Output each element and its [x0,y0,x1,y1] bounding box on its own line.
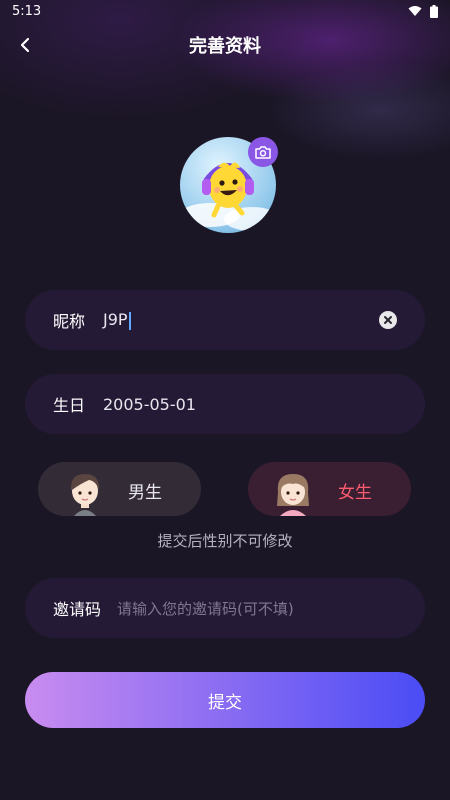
avatar-section[interactable] [180,137,280,237]
close-icon [384,316,392,324]
change-avatar-button[interactable] [248,137,278,167]
submit-button[interactable]: 提交 [25,672,425,728]
female-label: 女生 [338,483,372,503]
birthday-field[interactable]: 生日 2005-05-01 [25,374,425,434]
wifi-icon [408,6,422,16]
nickname-field[interactable]: 昵称 J9P [25,290,425,350]
birthday-value[interactable]: 2005-05-01 [103,395,196,414]
status-time: 5:13 [12,3,42,19]
back-button[interactable] [10,30,40,60]
female-avatar-icon [277,474,309,516]
text-caret [128,311,131,330]
male-avatar-icon [70,474,100,516]
status-bar: 5:13 [0,0,450,22]
nickname-label: 昵称 [53,312,86,331]
invite-code-field[interactable]: 邀请码 请输入您的邀请码(可不填) [25,578,425,638]
clear-nickname-button[interactable] [379,311,397,329]
battery-icon [430,4,438,18]
nickname-input[interactable]: J9P [103,310,128,329]
gender-male-button[interactable]: 男生 [38,462,201,516]
page-title: 完善资料 [189,36,261,57]
gender-note: 提交后性别不可修改 [157,532,293,550]
invite-code-input[interactable]: 请输入您的邀请码(可不填) [117,598,294,619]
camera-icon [255,146,271,159]
invite-code-label: 邀请码 [53,600,102,619]
chevron-left-icon [20,37,30,53]
gender-female-button[interactable]: 女生 [248,462,411,516]
submit-label: 提交 [208,692,242,713]
top-bar: 完善资料 [0,24,450,66]
male-label: 男生 [128,483,162,503]
birthday-label: 生日 [53,396,86,415]
